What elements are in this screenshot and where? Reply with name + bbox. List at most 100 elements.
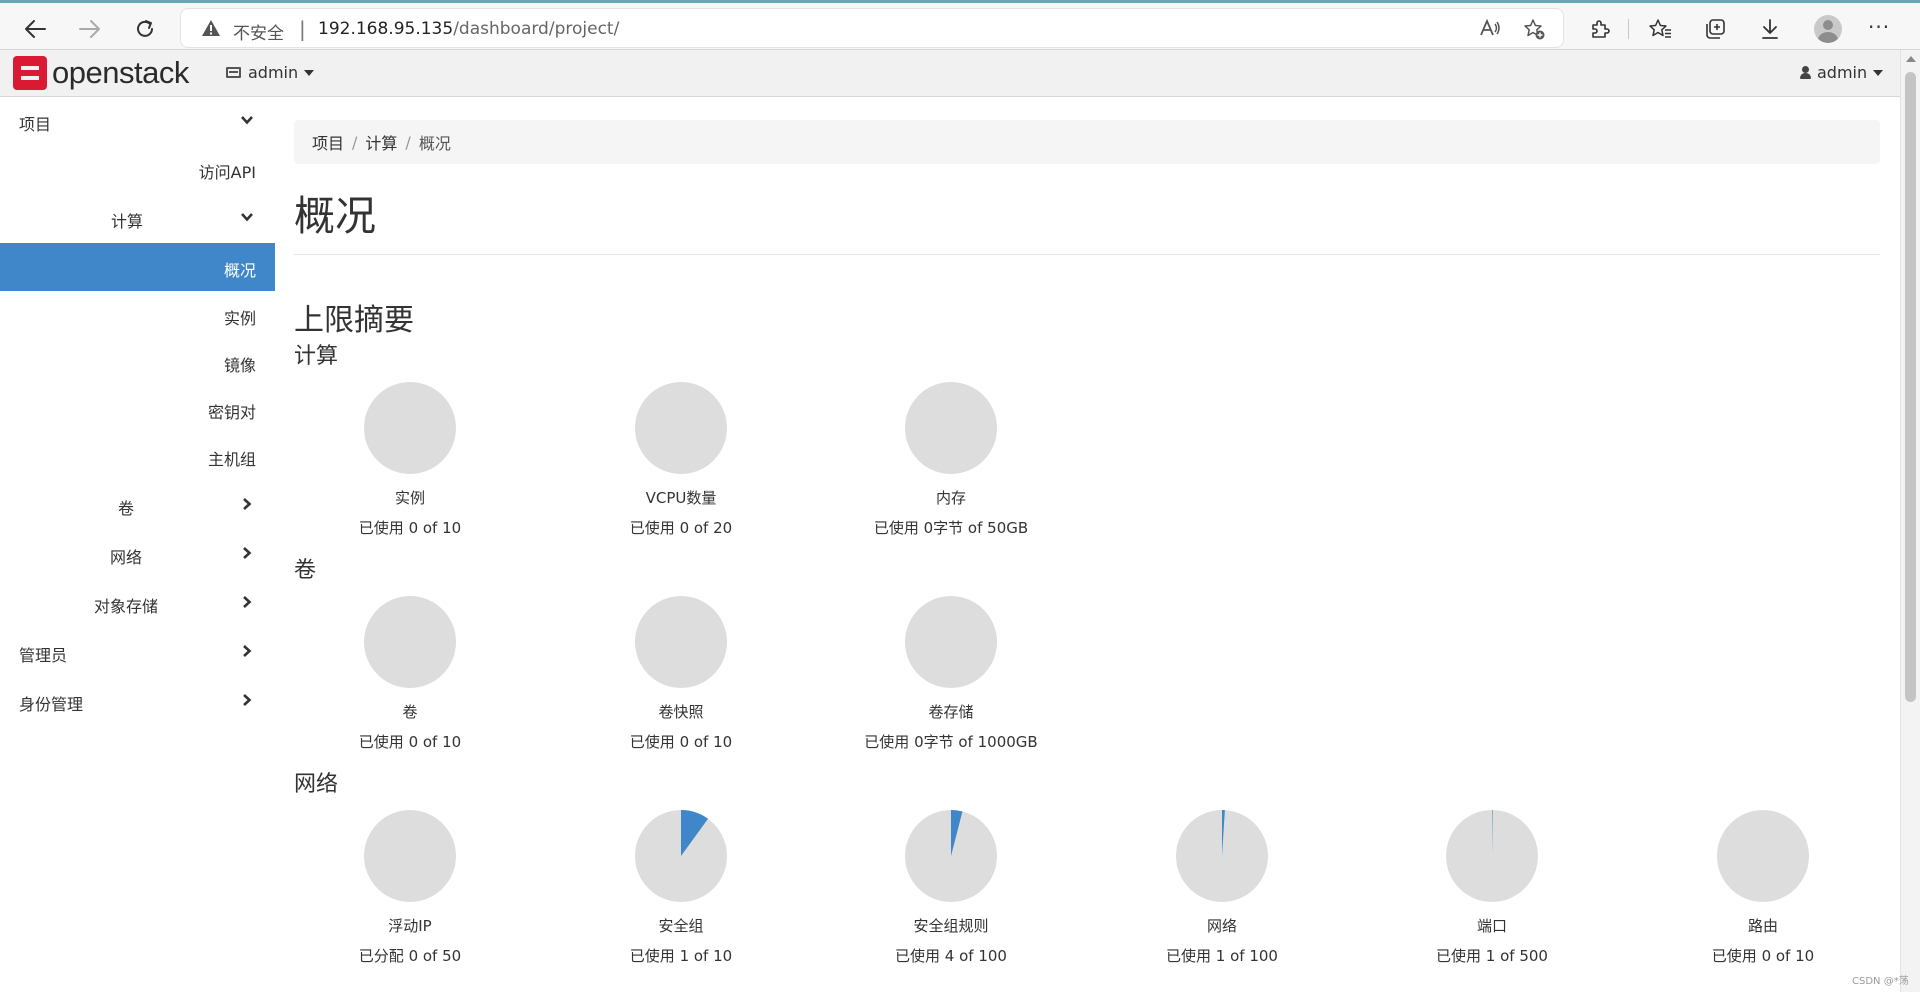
project-switcher-label: admin (248, 63, 299, 82)
quota-name: 端口 (1476, 917, 1507, 935)
quota-name: 卷存储 (928, 703, 974, 721)
favorites-button[interactable] (1642, 11, 1678, 47)
quota-pie (364, 810, 456, 902)
breadcrumb: 项目 / 计算 / 概况 (294, 120, 1880, 164)
quota-usage: 已使用 0 of 20 (629, 519, 733, 537)
quota-pie-available (1717, 810, 1809, 902)
quota-usage: 已使用 0字节 of 1000GB (864, 733, 1038, 751)
sidebar-item-network[interactable]: 网络 (0, 530, 275, 578)
openstack-logo[interactable]: openstack (13, 55, 189, 90)
sidebar-item-label: 镜像 (223, 356, 256, 375)
watermark: CSDN @*荡 (1852, 976, 1909, 987)
sidebar-item-compute[interactable]: 计算 (0, 194, 275, 242)
user-menu[interactable]: admin (1800, 63, 1884, 82)
sidebar-item-api-access[interactable]: 访问API (0, 145, 275, 193)
chevron-down-icon (241, 213, 253, 222)
sidebar-item-label: 概况 (223, 261, 256, 280)
quota-name: 卷 (402, 703, 418, 721)
quota-chart-vcpus: VCPU数量 已使用 0 of 20 (571, 381, 791, 537)
quota-name: VCPU数量 (645, 489, 717, 507)
sidebar-item-server-groups[interactable]: 主机组 (0, 432, 275, 480)
toolbar-divider (1628, 19, 1629, 39)
more-menu-icon[interactable]: ··· (1868, 15, 1890, 39)
quota-pie (364, 382, 456, 474)
sidebar-item-label: 对象存储 (94, 597, 159, 616)
sidebar-item-label: 项目 (19, 115, 52, 134)
chevron-right-icon (243, 547, 252, 559)
sidebar-item-admin[interactable]: 管理员 (0, 628, 275, 676)
back-button[interactable] (17, 11, 53, 47)
add-favorite-icon[interactable] (1523, 18, 1545, 44)
scroll-up-icon[interactable] (1906, 56, 1916, 62)
quota-pie (1717, 810, 1809, 902)
sidebar-item-label: 实例 (223, 309, 256, 328)
limit-summary-heading: 上限摘要 (294, 303, 414, 338)
read-aloud-icon[interactable] (1479, 18, 1501, 42)
download-icon (1762, 19, 1778, 39)
quota-chart-volume-storage: 卷存储 已使用 0字节 of 1000GB (841, 595, 1061, 751)
reload-button[interactable] (127, 11, 163, 47)
quota-name: 实例 (394, 489, 425, 507)
url-text[interactable]: 192.168.95.135/dashboard/project/ (318, 19, 619, 39)
sidebar: 项目 访问API 计算 概况 实例 镜像 密钥对 主机组 卷 网络 对象存储 管… (0, 97, 275, 992)
quota-pie-available (635, 596, 727, 688)
quota-pie-available (364, 596, 456, 688)
quota-usage: 已使用 1 of 10 (629, 947, 733, 965)
chevron-right-icon (243, 498, 252, 510)
warning-icon (201, 19, 221, 41)
sidebar-item-volumes[interactable]: 卷 (0, 481, 275, 529)
sidebar-item-label: 计算 (111, 212, 144, 231)
sidebar-item-object-store[interactable]: 对象存储 (0, 579, 275, 627)
sidebar-item-identity[interactable]: 身份管理 (0, 677, 275, 725)
sidebar-item-label: 网络 (110, 548, 143, 567)
volume-section-heading: 卷 (294, 558, 317, 583)
back-arrow-icon (25, 20, 46, 38)
collections-icon (1706, 19, 1725, 39)
quota-chart-security-groups: 安全组 已使用 1 of 10 (571, 809, 791, 965)
project-switcher[interactable]: admin (226, 63, 315, 82)
puzzle-icon (1592, 20, 1610, 38)
breadcrumb-item-project[interactable]: 项目 (312, 130, 344, 154)
downloads-button[interactable] (1752, 11, 1788, 47)
sidebar-item-project[interactable]: 项目 (0, 97, 275, 145)
sidebar-item-overview[interactable]: 概况 (0, 243, 275, 291)
reload-icon (137, 20, 153, 37)
quota-usage: 已使用 0 of 10 (358, 733, 462, 751)
project-icon (226, 67, 241, 78)
quota-usage: 已使用 0字节 of 50GB (873, 519, 1029, 537)
sidebar-item-instances[interactable]: 实例 (0, 291, 275, 339)
forward-button[interactable] (72, 11, 108, 47)
user-icon (1800, 66, 1811, 79)
collections-button[interactable] (1697, 11, 1733, 47)
quota-pie-available (364, 810, 456, 902)
quota-pie (905, 810, 997, 902)
quota-name: 卷快照 (658, 703, 704, 721)
profile-avatar[interactable] (1814, 15, 1842, 43)
quota-usage: 已使用 0 of 10 (629, 733, 733, 751)
scrollbar-thumb[interactable] (1905, 72, 1916, 702)
chevron-right-icon (243, 645, 252, 657)
quota-pie (635, 382, 727, 474)
caret-down-icon (304, 69, 315, 76)
quota-name: 内存 (935, 489, 966, 507)
security-label[interactable]: 不安全 (233, 19, 284, 44)
sidebar-item-label: 卷 (118, 499, 135, 518)
page-scrollbar[interactable] (1900, 50, 1920, 992)
chevron-right-icon (243, 694, 252, 706)
forward-arrow-icon (79, 20, 100, 38)
network-section-heading: 网络 (294, 772, 339, 797)
quota-name: 浮动IP (388, 917, 432, 935)
quota-pie-available (364, 382, 456, 474)
extensions-button[interactable] (1582, 11, 1618, 47)
quota-usage: 已分配 0 of 50 (358, 947, 462, 965)
chevron-right-icon (243, 596, 252, 608)
quota-chart-ram: 内存 已使用 0字节 of 50GB (841, 381, 1061, 537)
compute-section-heading: 计算 (294, 344, 339, 369)
breadcrumb-separator: / (352, 132, 358, 152)
breadcrumb-item-compute[interactable]: 计算 (365, 130, 397, 154)
sidebar-item-images[interactable]: 镜像 (0, 338, 275, 386)
address-bar[interactable]: 不安全 | 192.168.95.135/dashboard/project/ (180, 8, 1564, 48)
title-divider (294, 254, 1880, 255)
quota-chart-security-group-rules: 安全组规则 已使用 4 of 100 (841, 809, 1061, 965)
sidebar-item-key-pairs[interactable]: 密钥对 (0, 385, 275, 433)
